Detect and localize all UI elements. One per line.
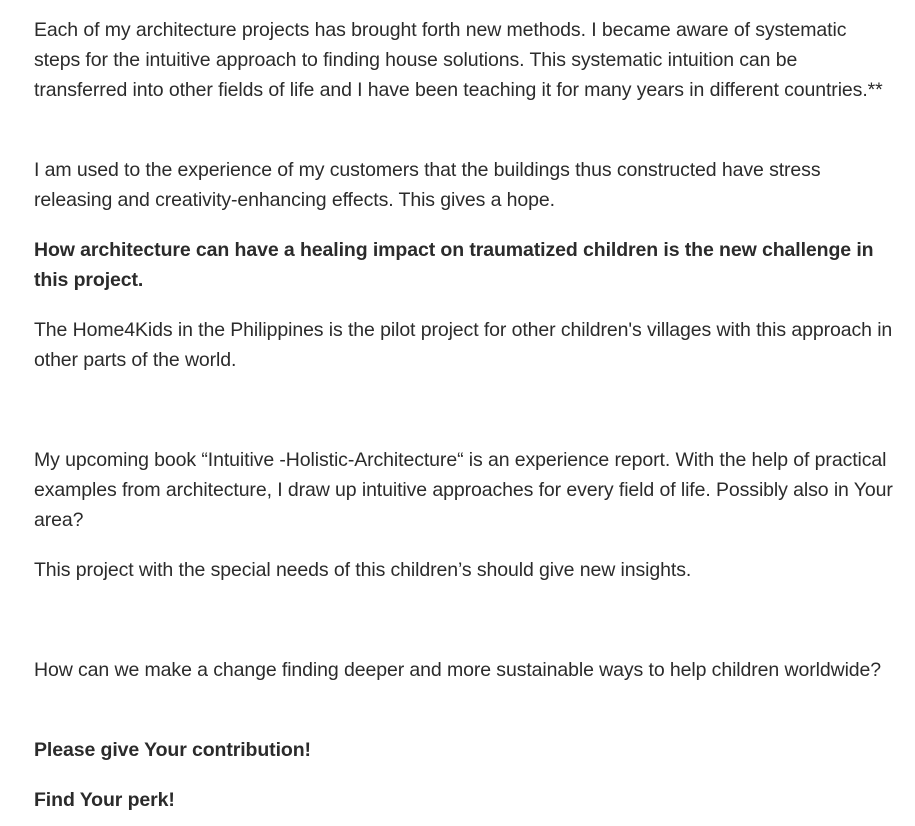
paragraph-customer-experience: I am used to the experience of my custom… xyxy=(34,159,821,211)
paragraph-contribution-call: Please give Your contribution! xyxy=(34,739,311,761)
paragraph-healing-challenge: How architecture can have a healing impa… xyxy=(34,239,874,291)
paragraph-home4kids-pilot: The Home4Kids in the Philippines is the … xyxy=(34,319,893,371)
paragraph-upcoming-book: My upcoming book “Intuitive -Holistic-Ar… xyxy=(34,449,893,531)
paragraph-make-a-change: How can we make a change finding deeper … xyxy=(34,659,882,681)
article-body: Each of my architecture projects has bro… xyxy=(0,0,915,826)
paragraph-find-perk: Find Your perk! xyxy=(34,789,175,811)
paragraph-new-insights: This project with the special needs of t… xyxy=(34,559,692,581)
paragraph-architecture-methods: Each of my architecture projects has bro… xyxy=(34,19,883,101)
